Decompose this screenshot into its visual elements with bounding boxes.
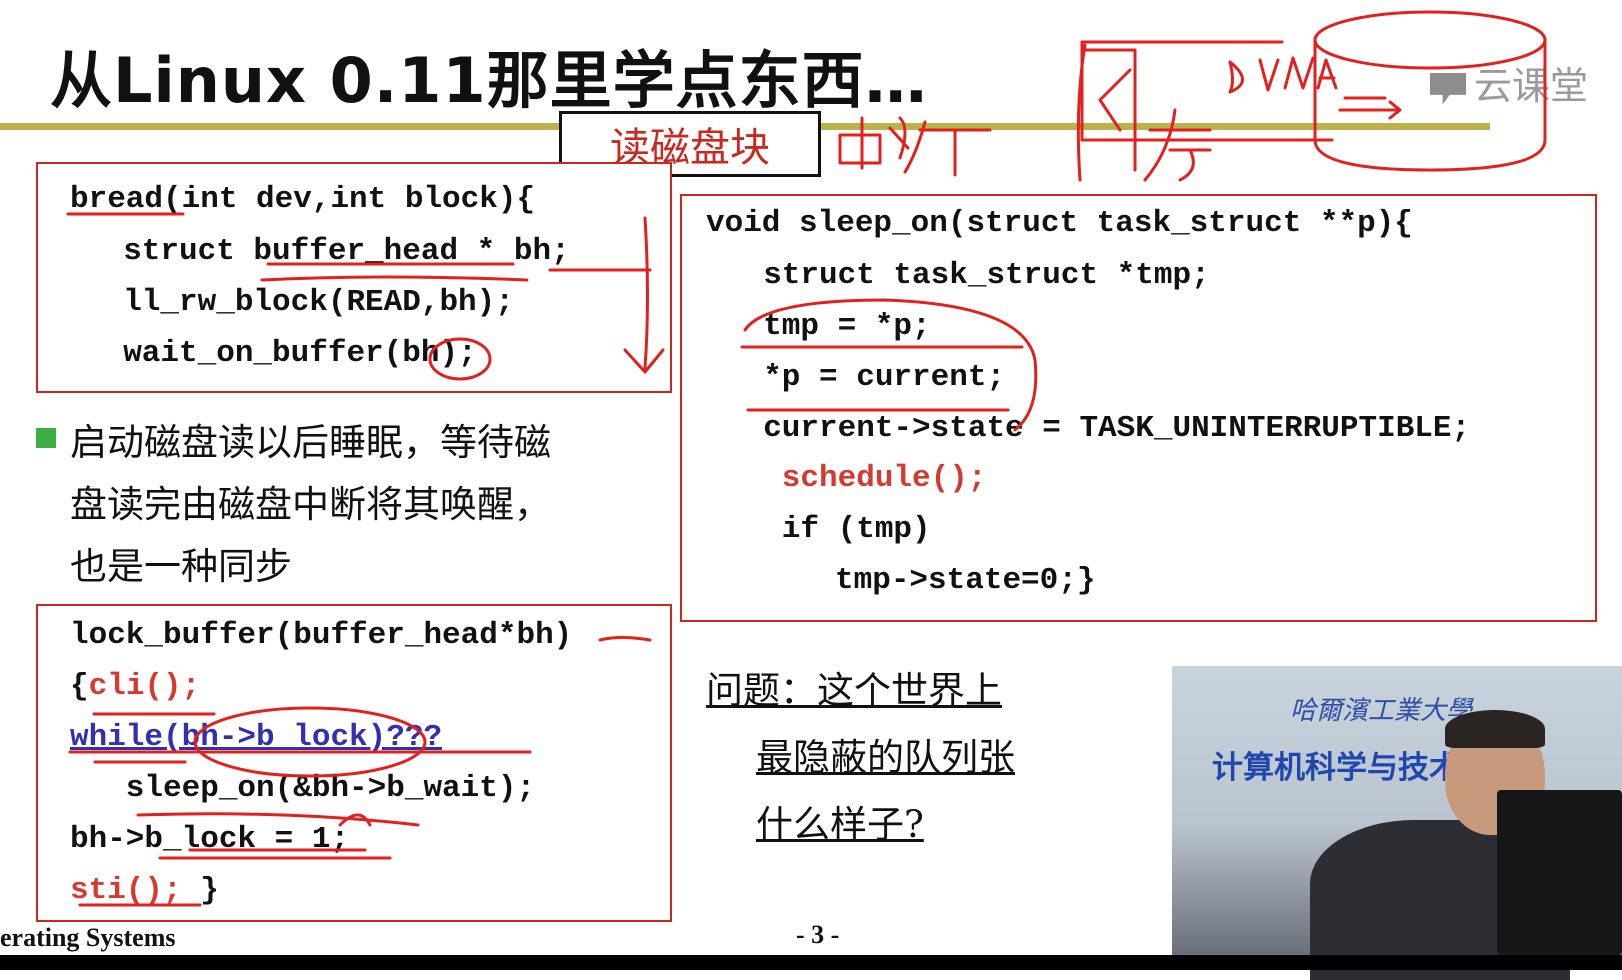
ink-disk-arrow [1338,96,1402,120]
ink-dma [1228,56,1338,94]
code-line: bh->b_lock = 1; [70,822,350,857]
open-brace: { [70,669,89,704]
cli-call: cli(); [88,669,201,704]
while-line: while(bh->b_lock)??? [70,720,443,755]
bread-code-box: bread(int dev,int block){ struct buffer_… [36,162,672,393]
slide-title: 从Linux 0.11那里学点东西… [50,44,928,117]
footer-course: erating Systems [0,923,176,952]
code-line: struct task_struct *tmp; [726,258,1210,293]
sti-call: sti(); [70,873,182,908]
code-line: struct buffer_head * bh; [86,234,570,269]
code-line: sti(); } [70,865,219,917]
code-line: if (tmp) [726,512,931,547]
page-number: - 3 - [796,920,840,949]
code-line: current->state = TASK_UNINTERRUPTIBLE; [726,411,1471,446]
chat-bubble-icon [1430,72,1466,105]
monitor-icon [1497,790,1622,955]
school-logo-text: 哈爾濱工業大學 [1290,696,1473,726]
code-line: tmp->state=0;} [742,563,1096,598]
close-brace: } [181,873,219,908]
question-line: 问题：这个世界上 [706,669,1002,712]
instructor-hair [1445,710,1545,748]
code-line: {cli(); [70,661,200,713]
lock-buffer-code-box: lock_buffer(buffer_head*bh) {cli(); whil… [36,604,672,922]
code-line: lock_buffer(buffer_head*bh) [70,618,573,653]
code-line: *p = current; [726,360,1006,395]
paragraph-line: 盘读完由磁盘中断将其唤醒， [70,483,551,526]
code-line: bread(int dev,int block){ [70,182,536,217]
code-line: void sleep_on(struct task_struct **p){ [706,206,1413,241]
code-line: tmp = *p; [726,309,931,344]
code-line: sleep_on(&bh->b_wait); [70,771,536,806]
bottom-bar [0,955,1622,970]
paragraph-line: 启动磁盘读以后睡眠，等待磁 [70,421,551,464]
code-line: wait_on_buffer(bh); [86,336,477,371]
bullet-marker [36,428,56,448]
question-line: 什么样子? [756,803,924,846]
schedule-call: schedule(); [726,461,987,496]
logo-text: 云课堂 [1474,64,1589,108]
code-line: ll_rw_block(READ,bh); [86,285,514,320]
yunketang-logo: 云课堂 [1430,55,1588,110]
question-line: 最隐蔽的队列张 [756,736,1015,779]
sleep-on-code-box: void sleep_on(struct task_struct **p){ s… [680,194,1597,622]
ink-neicun [1076,43,1212,182]
paragraph-line: 也是一种同步 [70,545,292,588]
